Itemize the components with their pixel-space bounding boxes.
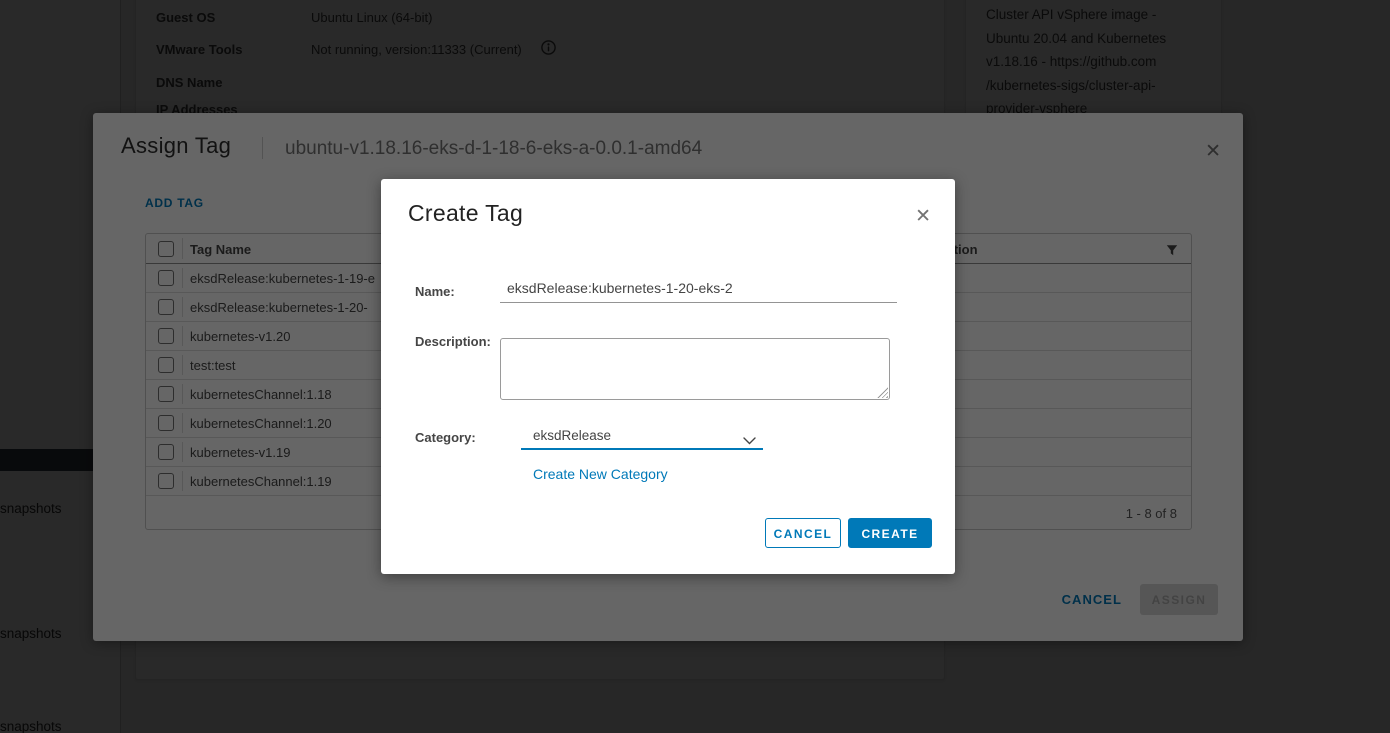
create-tag-create-button[interactable]: CREATE [848, 518, 932, 548]
description-label: Description: [415, 334, 491, 349]
name-label: Name: [415, 284, 455, 299]
create-tag-cancel-button[interactable]: CANCEL [765, 518, 841, 548]
category-select[interactable]: eksdRelease [521, 423, 763, 450]
create-new-category-link[interactable]: Create New Category [533, 466, 668, 482]
create-tag-title: Create Tag [408, 200, 523, 227]
description-textarea[interactable] [500, 338, 890, 400]
chevron-down-icon [743, 432, 756, 450]
category-label: Category: [415, 430, 476, 445]
name-input[interactable] [500, 275, 897, 303]
screen: snapshots snapshots snapshots Guest OS U… [0, 0, 1390, 733]
category-selected-value: eksdRelease [533, 428, 611, 443]
close-icon[interactable]: ✕ [915, 207, 931, 226]
create-tag-modal: Create Tag ✕ Name: Description: Category… [381, 179, 955, 574]
